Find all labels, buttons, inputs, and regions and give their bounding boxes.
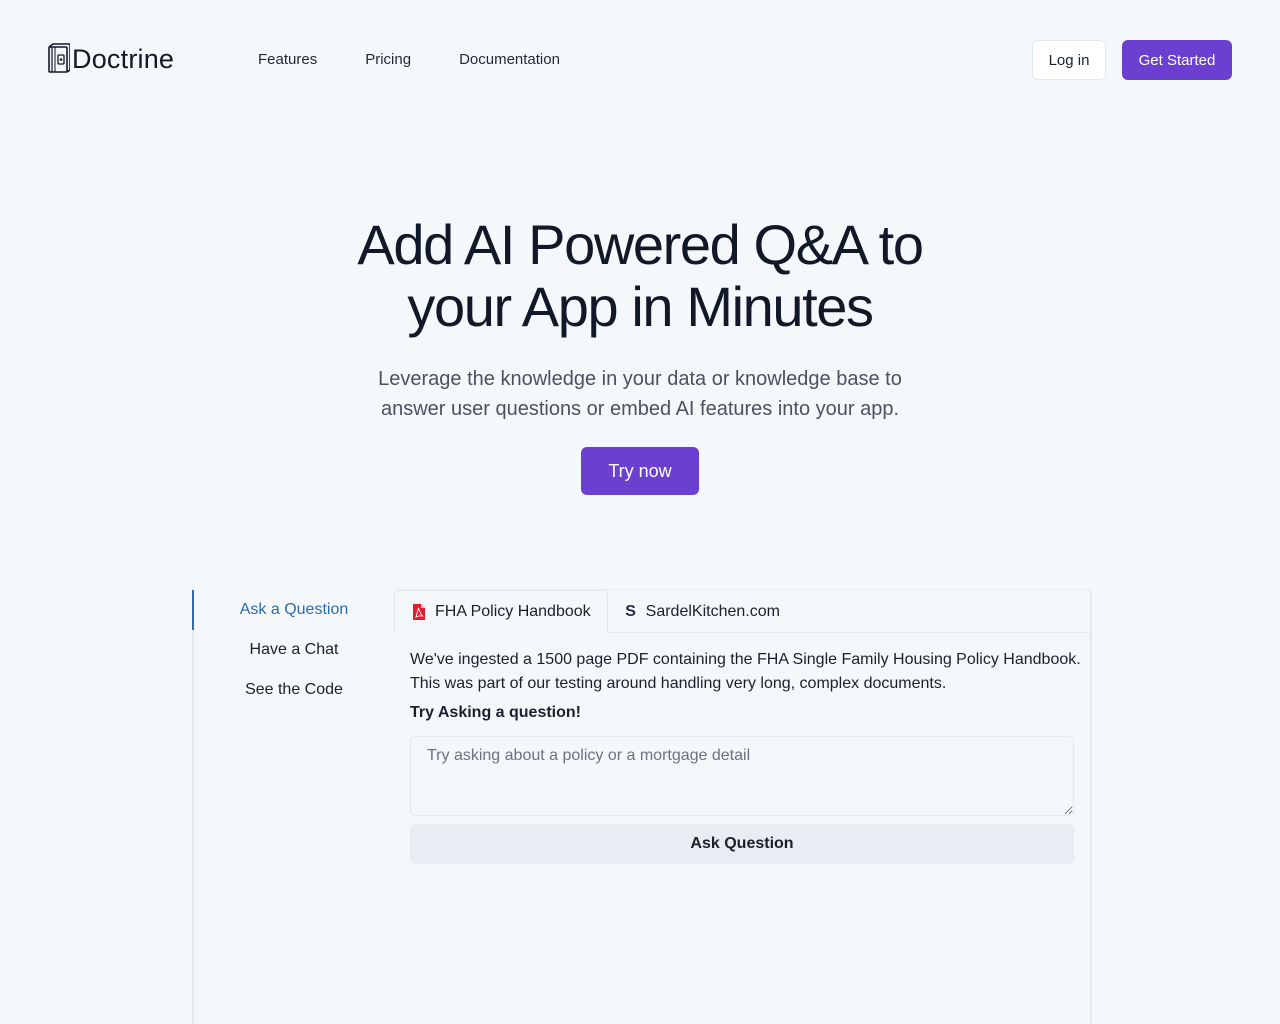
hero-title: Add AI Powered Q&A to your App in Minute… <box>290 214 990 338</box>
source-tabs: FHA Policy Handbook S SardelKitchen.com <box>394 590 1090 633</box>
nav-pricing-link[interactable]: Pricing <box>365 50 411 70</box>
hero-subtitle: Leverage the knowledge in your data or k… <box>340 364 940 424</box>
demo-section: Ask a Question Have a Chat See the Code … <box>192 590 1090 1024</box>
nav-features-link[interactable]: Features <box>258 50 317 70</box>
main-nav: Features Pricing Documentation <box>258 50 608 70</box>
demo-panel: FHA Policy Handbook S SardelKitchen.com … <box>394 590 1090 1024</box>
try-now-button[interactable]: Try now <box>581 447 699 495</box>
get-started-button[interactable]: Get Started <box>1122 40 1232 80</box>
tab-fha-policy-handbook[interactable]: FHA Policy Handbook <box>394 590 608 633</box>
ask-question-button[interactable]: Ask Question <box>410 824 1074 864</box>
tab-sardelkitchen-label: SardelKitchen.com <box>645 602 780 620</box>
hero-subtitle-line-1: Leverage the knowledge in your data or k… <box>378 368 902 390</box>
pdf-file-icon <box>411 603 427 621</box>
brand-name: Doctrine <box>72 44 175 74</box>
s-logo-icon: S <box>625 602 636 620</box>
nav-documentation-link[interactable]: Documentation <box>459 50 560 70</box>
prompt-label: Try Asking a question! <box>410 704 581 721</box>
login-button[interactable]: Log in <box>1032 40 1106 80</box>
hero-title-line-1: Add AI Powered Q&A to <box>357 213 924 276</box>
question-input[interactable] <box>410 736 1074 816</box>
tab-sardelkitchen[interactable]: S SardelKitchen.com <box>608 590 796 633</box>
source-description: We've ingested a 1500 page PDF containin… <box>410 651 1081 692</box>
side-tab-see-code[interactable]: See the Code <box>194 670 394 710</box>
site-header: Doctrine Features Pricing Documentation … <box>0 0 1280 120</box>
tab-fha-label: FHA Policy Handbook <box>435 602 591 620</box>
hero-title-line-2: your App in Minutes <box>407 275 874 338</box>
hero-subtitle-line-2: answer user questions or embed AI featur… <box>380 398 900 420</box>
brand-logo[interactable]: Doctrine <box>46 43 174 75</box>
side-tab-have-chat[interactable]: Have a Chat <box>194 630 394 670</box>
side-tab-ask-question[interactable]: Ask a Question <box>192 590 394 630</box>
demo-side-tabs: Ask a Question Have a Chat See the Code <box>192 590 394 710</box>
book-safe-icon <box>46 43 71 75</box>
